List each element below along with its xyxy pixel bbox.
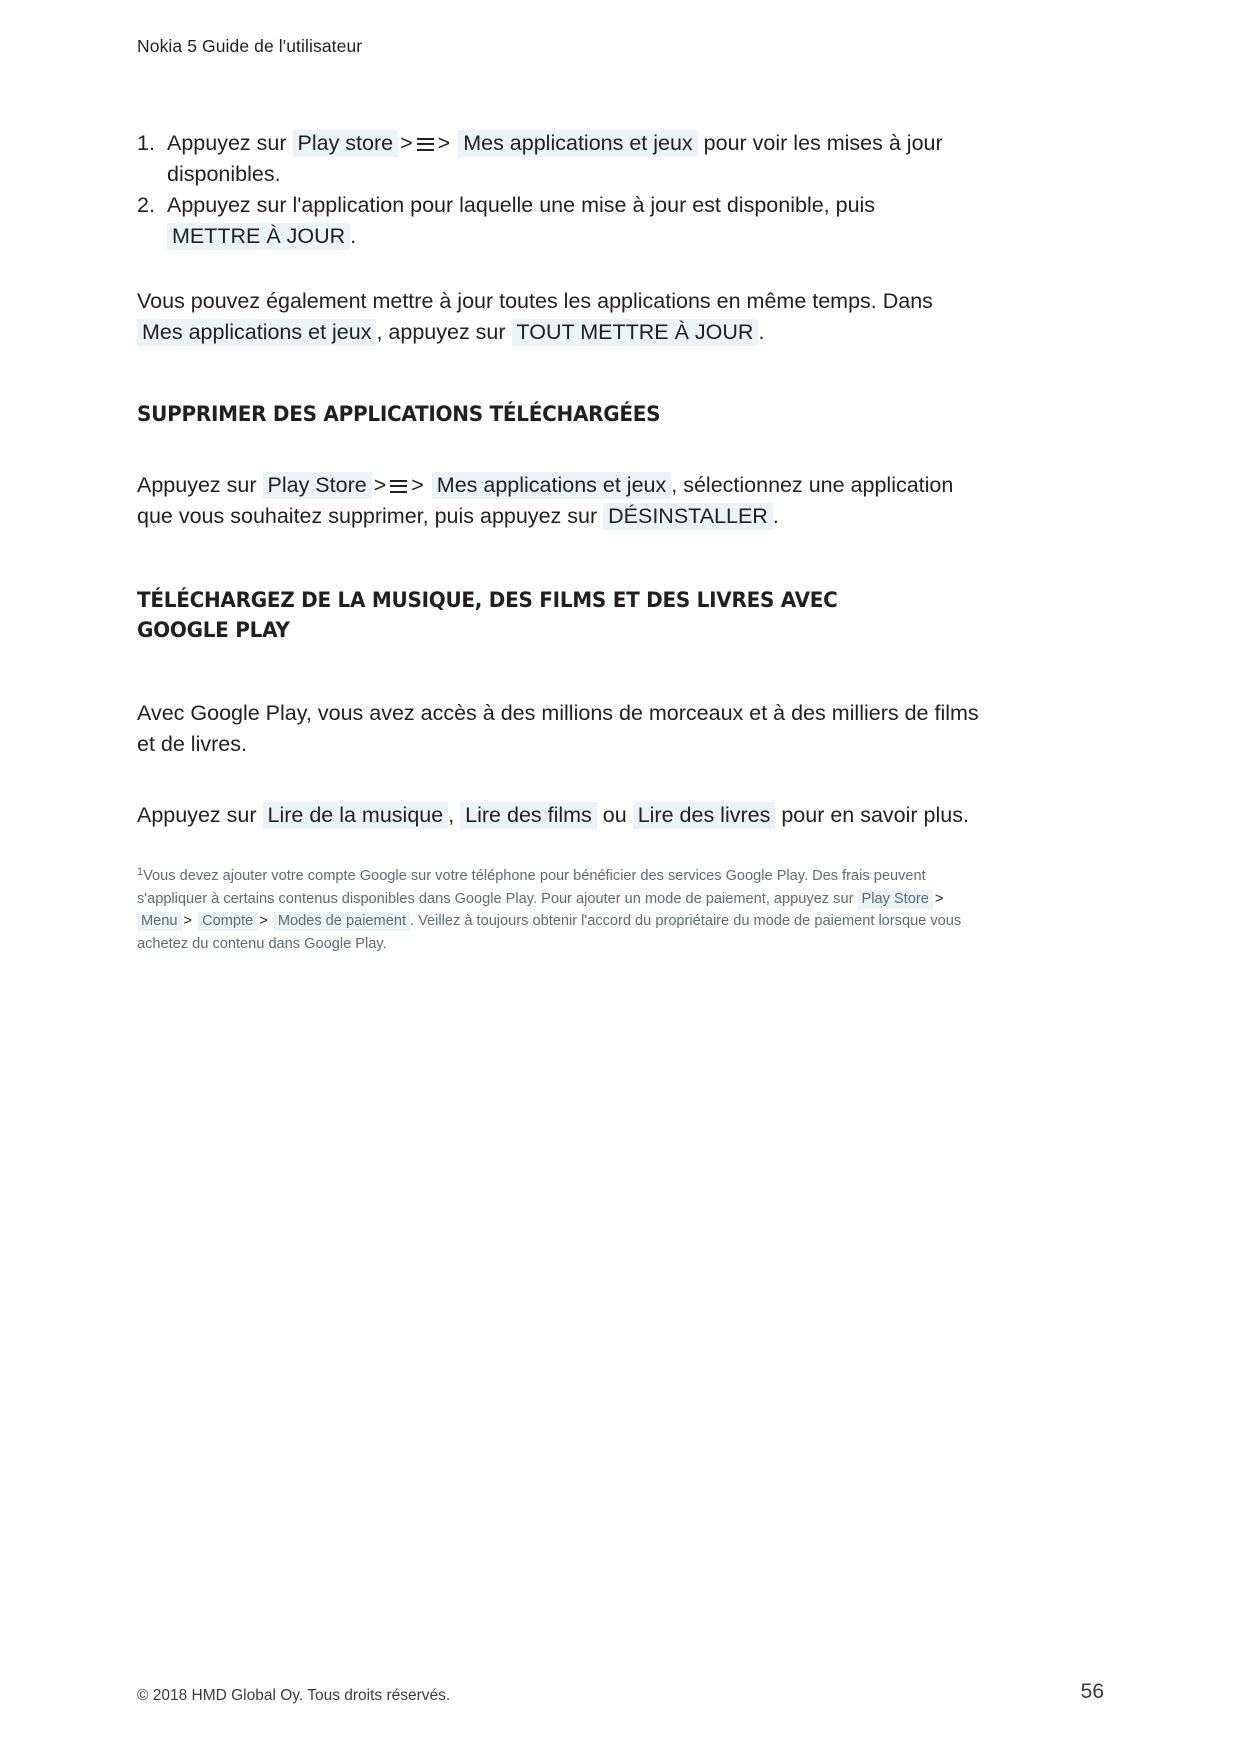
step-tail-text: . bbox=[350, 224, 357, 248]
ui-token-my-apps-and-games[interactable]: Mes applications et jeux bbox=[137, 319, 377, 346]
paragraph-text: ou bbox=[602, 803, 627, 827]
paragraph-text: Vous pouvez également mettre à jour tout… bbox=[137, 289, 933, 313]
hamburger-menu-icon[interactable] bbox=[416, 137, 434, 152]
ui-token-play-store[interactable]: Play Store bbox=[857, 889, 933, 909]
ui-token-account[interactable]: Compte bbox=[198, 912, 258, 931]
ui-token-my-apps-and-games[interactable]: Mes applications et jeux bbox=[458, 130, 698, 157]
section-heading-download-music-films-books: TÉLÉCHARGEZ DE LA MUSIQUE, DES FILMS ET … bbox=[137, 588, 838, 643]
paragraph-text: . bbox=[758, 320, 765, 344]
ordered-steps-list: 1. Appuyez sur Play store > > Mes applicati… bbox=[137, 128, 982, 252]
paragraph-text: , bbox=[448, 803, 455, 827]
breadcrumb-separator: > bbox=[259, 913, 268, 929]
page-content: 1. Appuyez sur Play store > > Mes applicati… bbox=[137, 128, 982, 955]
ui-token-play-books[interactable]: Lire des livres bbox=[632, 802, 776, 829]
breadcrumb-separator: > bbox=[411, 473, 424, 497]
footnote-google-account: 1Vous devez ajouter votre compte Google … bbox=[137, 861, 982, 955]
paragraph-text: . bbox=[772, 504, 779, 528]
ui-token-play-movies[interactable]: Lire des films bbox=[460, 802, 597, 829]
ui-token-update-all[interactable]: TOUT METTRE À JOUR bbox=[511, 319, 759, 346]
ui-token-payment-methods[interactable]: Modes de paiement bbox=[273, 912, 410, 931]
ui-token-my-apps-and-games[interactable]: Mes applications et jeux bbox=[431, 472, 672, 499]
ui-token-update[interactable]: METTRE À JOUR bbox=[167, 223, 351, 250]
ui-token-uninstall[interactable]: DÉSINSTALLER bbox=[603, 503, 773, 530]
ui-token-play-store[interactable]: Play Store bbox=[262, 472, 372, 499]
paragraph-tap-to-learn-more: Appuyez sur Lire de la musique, Lire des… bbox=[137, 800, 982, 831]
footnote-text: Vous devez ajouter votre compte Google s… bbox=[137, 868, 926, 907]
step-lead-text: Appuyez sur l'application pour laquelle … bbox=[167, 193, 876, 217]
paragraph-text: , appuyez sur bbox=[376, 320, 506, 344]
paragraph-update-all: Vous pouvez également mettre à jour tout… bbox=[137, 286, 982, 348]
breadcrumb-separator: > bbox=[183, 913, 193, 929]
running-header: Nokia 5 Guide de l'utilisateur bbox=[137, 36, 363, 56]
list-item-number: 2. bbox=[137, 193, 155, 217]
document-page: Nokia 5 Guide de l'utilisateur 1. Appuyez… bbox=[0, 0, 1241, 1754]
paragraph-remove-apps: Appuyez sur Play Store > > Mes application… bbox=[137, 470, 982, 532]
footer-page-number: 56 bbox=[1080, 1680, 1104, 1703]
step-lead-text: Appuyez sur bbox=[167, 131, 287, 155]
paragraph-google-play-intro: Avec Google Play, vous avez accès à des … bbox=[137, 701, 979, 756]
paragraph-text: Appuyez sur bbox=[137, 803, 257, 827]
breadcrumb-separator: > bbox=[400, 131, 413, 155]
paragraph-text: pour en savoir plus. bbox=[781, 803, 969, 827]
paragraph-text: Appuyez sur bbox=[137, 473, 257, 497]
list-item-number: 1. bbox=[137, 131, 155, 155]
breadcrumb-separator: > bbox=[437, 131, 451, 155]
section-heading-remove-downloaded-apps: SUPPRIMER DES APPLICATIONS TÉLÉCHARGÉES bbox=[137, 402, 661, 427]
list-item: 2. Appuyez sur l'application pour laquell… bbox=[137, 190, 982, 252]
list-item: 1. Appuyez sur Play store > > Mes applicati… bbox=[137, 128, 982, 190]
ui-token-menu[interactable]: Menu bbox=[137, 912, 182, 931]
ui-token-play-music[interactable]: Lire de la musique bbox=[262, 802, 449, 829]
ui-token-play-store[interactable]: Play store bbox=[292, 130, 399, 157]
breadcrumb-separator: > bbox=[934, 890, 944, 907]
hamburger-menu-icon[interactable] bbox=[390, 479, 408, 494]
breadcrumb-separator: > bbox=[373, 473, 387, 497]
